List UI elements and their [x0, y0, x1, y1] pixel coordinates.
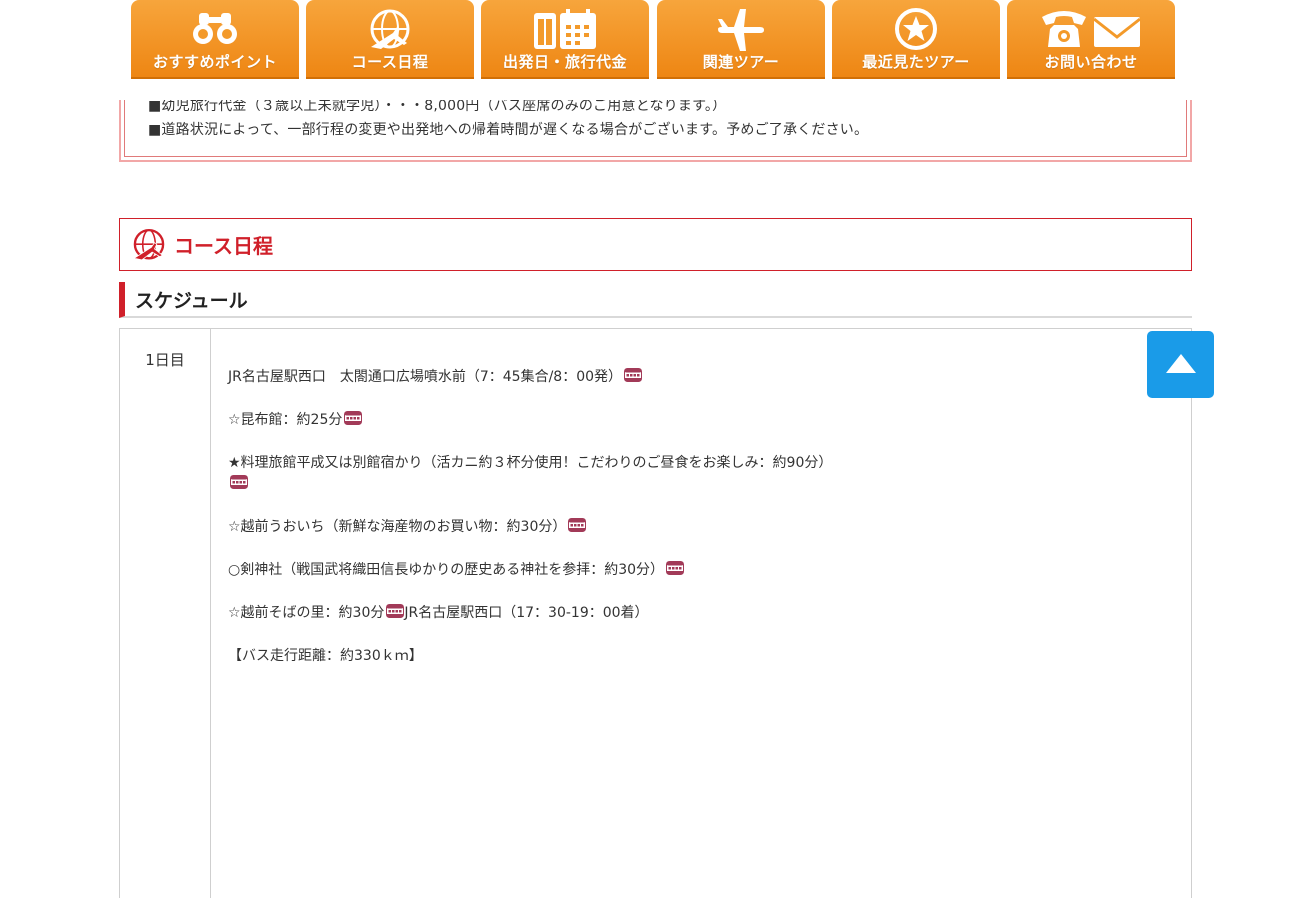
arrow-up-icon: [1166, 354, 1196, 373]
itinerary-text: ☆越前そばの里：約30分: [228, 605, 385, 621]
itinerary-text: ○剣神社（戦国武将織田信長ゆかりの歴史ある神社を参拝：約30分）: [228, 562, 665, 578]
nav-label: おすすめポイント: [152, 53, 277, 71]
tour-nav-bar: おすすめポイント コース日程 出発日・旅行代金 関連ツアー 最近見たツアー お問…: [119, 0, 1192, 100]
nav-related-tours-button[interactable]: 関連ツアー: [657, 0, 825, 79]
itinerary-text-arrival: JR名古屋駅西口（17：30-19：00着）: [404, 605, 649, 621]
nav-recently-viewed-button[interactable]: 最近見たツアー: [832, 0, 1000, 79]
bus-icon: [624, 368, 643, 382]
calendar-icon: [534, 9, 596, 49]
itinerary-item: ★料理旅館平成又は別館宿かり（活カニ約３杯分使用！こだわりのご昼食をお楽しみ：約…: [228, 453, 848, 495]
bus-icon: [568, 518, 587, 532]
itinerary-item: ☆昆布館：約25分: [228, 410, 848, 431]
bus-icon: [344, 411, 363, 425]
nav-label: 出発日・旅行代金: [502, 53, 627, 71]
back-to-top-button[interactable]: [1147, 331, 1214, 398]
bus-icon: [230, 475, 248, 489]
itinerary-item: ☆越前そばの里：約30分 JR名古屋駅西口（17：30-19：00着）: [228, 603, 848, 624]
nav-contact-button[interactable]: お問い合わせ: [1007, 0, 1175, 79]
nav-label: 最近見たツアー: [862, 53, 970, 71]
itinerary-item: 【バス走行距離：約330ｋｍ】: [228, 646, 848, 667]
course-section-title: コース日程: [174, 234, 273, 258]
bus-icon: [386, 604, 405, 618]
itinerary-text: ★料理旅館平成又は別館宿かり（活カニ約３杯分使用！こだわりのご昼食をお楽しみ：約…: [228, 455, 833, 471]
notice-line-road: ■道路状況によって、一部行程の変更や出発地への帰着時間が遅くなる場合がございます…: [148, 122, 869, 138]
schedule-table: 1日目 JR名古屋駅西口 太閤通口広場噴水前（7：45集合/8：00発） ☆昆布…: [119, 328, 1192, 898]
nav-course-button[interactable]: コース日程: [306, 0, 474, 79]
bus-distance-text: 【バス走行距離：約330ｋｍ】: [228, 648, 423, 664]
itinerary-text: JR名古屋駅西口 太閤通口広場噴水前（7：45集合/8：00発）: [228, 369, 623, 385]
itinerary-item: ○剣神社（戦国武将織田信長ゆかりの歴史ある神社を参拝：約30分）: [228, 560, 848, 581]
bus-icon: [666, 561, 685, 575]
course-section-header: コース日程: [119, 218, 1192, 271]
phone-mail-icon: [1042, 11, 1141, 47]
globe-plane-icon: [133, 228, 165, 261]
itinerary-cell: JR名古屋駅西口 太閤通口広場噴水前（7：45集合/8：00発） ☆昆布館：約2…: [228, 367, 848, 689]
nav-recommend-button[interactable]: おすすめポイント: [131, 0, 299, 79]
globe-plane-icon: [370, 9, 410, 49]
nav-departure-price-button[interactable]: 出発日・旅行代金: [481, 0, 649, 79]
binoculars-icon: [193, 13, 237, 44]
schedule-sub-header: スケジュール: [119, 282, 1192, 318]
itinerary-text: ☆昆布館：約25分: [228, 412, 343, 428]
itinerary-text: ☆越前うおいち（新鮮な海産物のお買い物：約30分）: [228, 519, 567, 535]
star-circle-icon: [895, 8, 937, 50]
itinerary-item: ☆越前うおいち（新鮮な海産物のお買い物：約30分）: [228, 517, 848, 538]
day-cell: 1日目: [120, 329, 211, 898]
nav-label: コース日程: [351, 53, 429, 71]
airplane-icon: [718, 9, 764, 51]
schedule-title: スケジュール: [135, 290, 248, 312]
nav-label: 関連ツアー: [702, 53, 780, 71]
day-label: 1日目: [145, 351, 185, 369]
itinerary-item: JR名古屋駅西口 太閤通口広場噴水前（7：45集合/8：00発）: [228, 367, 848, 388]
nav-label: お問い合わせ: [1044, 53, 1138, 71]
